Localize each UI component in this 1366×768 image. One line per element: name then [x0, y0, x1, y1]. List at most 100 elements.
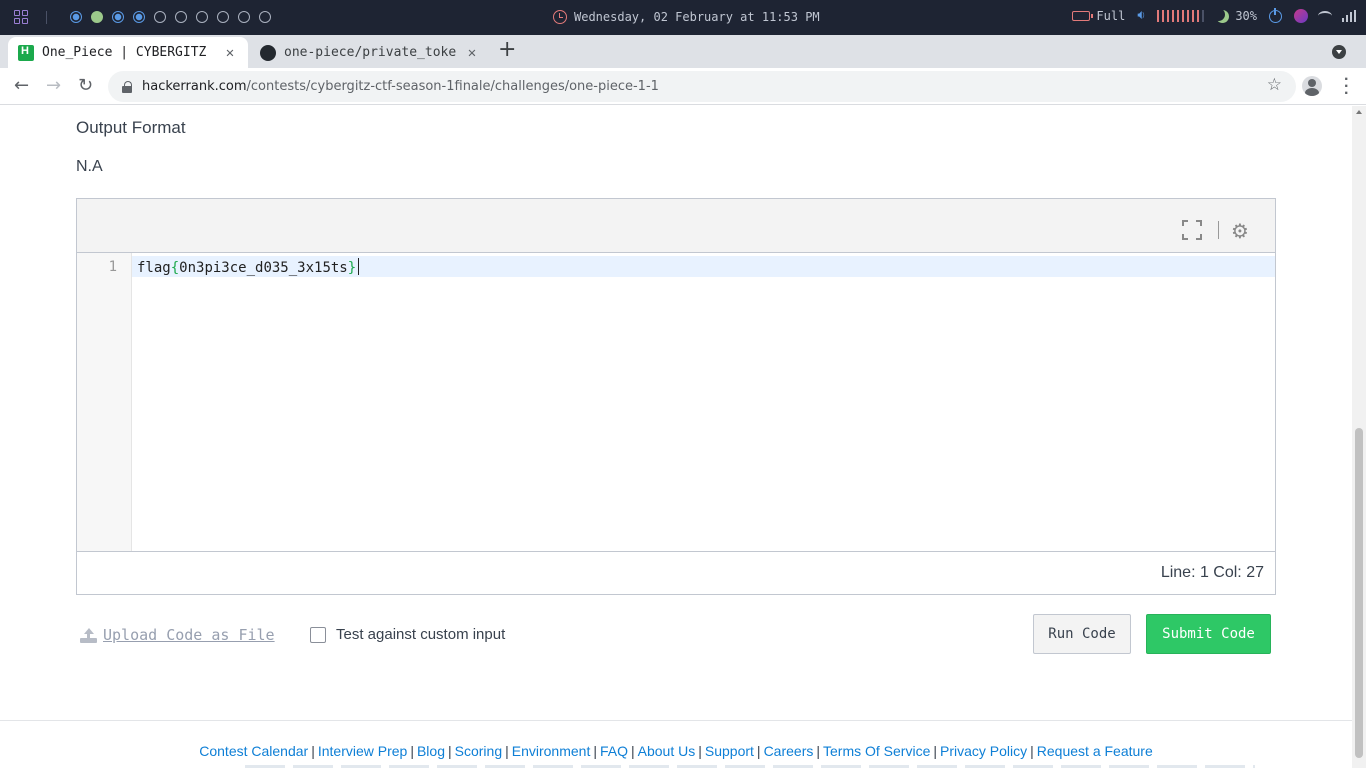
custom-input-toggle[interactable]: Test against custom input — [310, 626, 505, 643]
workspace-indicators — [70, 11, 271, 23]
menu-kebab-icon[interactable]: · · · — [1344, 72, 1349, 102]
upload-code-link[interactable]: Upload Code as File — [80, 626, 275, 644]
line-number: 1 — [108, 259, 117, 275]
workspace-dot-icon[interactable] — [154, 11, 166, 23]
link-separator: | — [505, 743, 509, 759]
brightness-label: 30% — [1235, 9, 1257, 23]
volume-bar — [1172, 10, 1175, 22]
forward-arrow-icon[interactable]: → — [46, 76, 61, 96]
cursor-position-status: Line: 1 Col: 27 — [1160, 564, 1264, 581]
page-scrollbar[interactable] — [1352, 106, 1366, 768]
submit-code-button[interactable]: Submit Code — [1146, 614, 1271, 654]
editor-actions: Upload Code as File Test against custom … — [76, 614, 1276, 656]
datetime-text: Wednesday, 02 February at 11:53 PM — [574, 10, 820, 24]
github-icon — [260, 44, 276, 61]
battery-indicator[interactable]: Full — [1072, 9, 1125, 23]
system-tray: Full 🔉︎ 30% — [1072, 7, 1356, 23]
link-separator: | — [311, 743, 315, 759]
tab-title: one-piece/private_toke — [284, 45, 457, 60]
text-cursor — [358, 258, 360, 275]
link-separator: | — [448, 743, 452, 759]
code-token-open-brace: { — [170, 260, 180, 276]
footer-link[interactable]: Interview Prep — [318, 743, 407, 759]
code-token-body: 0n3pi3ce_d035_3x15ts — [179, 260, 348, 276]
editor-footer: Line: 1 Col: 27 — [77, 551, 1275, 594]
workspace-dot-icon[interactable] — [259, 11, 271, 23]
footer-link[interactable]: About Us — [638, 743, 696, 759]
workspace-dot-icon[interactable] — [70, 11, 82, 23]
volume-bar — [1162, 10, 1165, 22]
firefox-icon[interactable] — [1294, 9, 1308, 23]
footer-link[interactable]: Privacy Policy — [940, 743, 1027, 759]
signal-icon[interactable] — [1342, 10, 1356, 22]
workspace-dot-icon[interactable] — [133, 11, 145, 23]
clock-icon — [553, 10, 567, 24]
workspace-dot-icon[interactable] — [175, 11, 187, 23]
footer-link[interactable]: Scoring — [455, 743, 502, 759]
editor-body[interactable]: 1 flag{0n3pi3ce_d035_3x15ts} — [77, 253, 1275, 551]
link-separator: | — [698, 743, 702, 759]
link-separator: | — [756, 743, 761, 759]
footer-link[interactable]: Environment — [512, 743, 591, 759]
volume-indicator[interactable]: 🔉︎ — [1137, 8, 1205, 23]
code-token-close-brace: } — [347, 260, 357, 276]
settings-gear-icon[interactable]: ⚙ — [1231, 221, 1249, 241]
url-text[interactable]: hackerrank.com/contests/cybergitz-ctf-se… — [142, 79, 659, 94]
profile-avatar[interactable] — [1302, 76, 1322, 96]
custom-input-checkbox[interactable] — [310, 626, 326, 643]
run-code-button[interactable]: Run Code — [1033, 614, 1131, 654]
footer-link[interactable]: FAQ — [600, 743, 628, 759]
speaker-icon: 🔉︎ — [1137, 8, 1146, 23]
fullscreen-icon[interactable] — [1182, 220, 1202, 240]
tab-strip: One_Piece | CYBERGITZ ✕ one-piece/privat… — [0, 35, 1366, 68]
os-top-bar: Wednesday, 02 February at 11:53 PM Full … — [0, 0, 1366, 35]
footer-link[interactable]: Request a Feature — [1037, 743, 1153, 759]
link-separator: | — [1030, 743, 1034, 759]
footer-link[interactable]: Terms Of Service — [823, 743, 930, 759]
close-icon[interactable]: ✕ — [464, 45, 480, 61]
footer-link[interactable]: Contest Calendar — [199, 743, 308, 759]
tab-title: One_Piece | CYBERGITZ — [42, 45, 207, 60]
footer-link[interactable]: Careers — [764, 743, 814, 759]
scrollbar-thumb[interactable] — [1355, 428, 1363, 758]
code-line[interactable]: flag{0n3pi3ce_d035_3x15ts} — [137, 258, 360, 276]
line-gutter: 1 — [77, 253, 132, 551]
app-grid-icon[interactable] — [14, 10, 28, 24]
workspace-dot-icon[interactable] — [217, 11, 229, 23]
link-separator: | — [816, 743, 820, 759]
footer-link[interactable]: Blog — [417, 743, 445, 759]
upload-label: Upload Code as File — [103, 626, 275, 644]
tab-github[interactable]: one-piece/private_toke ✕ — [250, 37, 490, 68]
workspace-dot-icon[interactable] — [196, 11, 208, 23]
lock-icon[interactable] — [122, 80, 132, 93]
section-heading: Output Format — [76, 118, 186, 137]
code-token-keyword: flag — [137, 260, 171, 276]
volume-bar — [1182, 10, 1185, 22]
volume-bar — [1202, 10, 1205, 22]
workspace-dot-icon[interactable] — [112, 11, 124, 23]
wifi-icon[interactable] — [1318, 11, 1332, 21]
link-separator: | — [631, 743, 635, 759]
close-icon[interactable]: ✕ — [222, 45, 238, 61]
tray-icons — [1294, 9, 1356, 23]
scroll-up-arrow-icon[interactable] — [1356, 110, 1362, 114]
back-arrow-icon[interactable]: ← — [14, 76, 29, 96]
clock[interactable]: Wednesday, 02 February at 11:53 PM — [553, 10, 820, 24]
tab-search-icon[interactable] — [1332, 45, 1346, 59]
power-icon[interactable] — [1269, 7, 1282, 23]
battery-icon — [1072, 11, 1094, 21]
volume-bars — [1157, 10, 1205, 22]
code-editor: ⚙ 1 flag{0n3pi3ce_d035_3x15ts} Line: 1 C… — [76, 198, 1276, 595]
new-tab-button[interactable]: + — [498, 39, 516, 61]
workspace-dot-icon[interactable] — [91, 11, 103, 23]
workspace-dot-icon[interactable] — [238, 11, 250, 23]
bookmark-star-icon[interactable]: ☆ — [1267, 75, 1282, 95]
battery-label: Full — [1096, 9, 1126, 23]
address-bar[interactable]: hackerrank.com/contests/cybergitz-ctf-se… — [108, 71, 1296, 102]
footer-link[interactable]: Support — [705, 743, 754, 759]
brightness-indicator[interactable]: 30% — [1216, 9, 1257, 23]
reload-icon[interactable]: ↻ — [78, 76, 93, 96]
footer-links: Contest Calendar | Interview Prep | Blog | Sco… — [0, 743, 1352, 759]
volume-bar — [1167, 10, 1170, 22]
tab-one-piece[interactable]: One_Piece | CYBERGITZ ✕ — [8, 37, 248, 68]
